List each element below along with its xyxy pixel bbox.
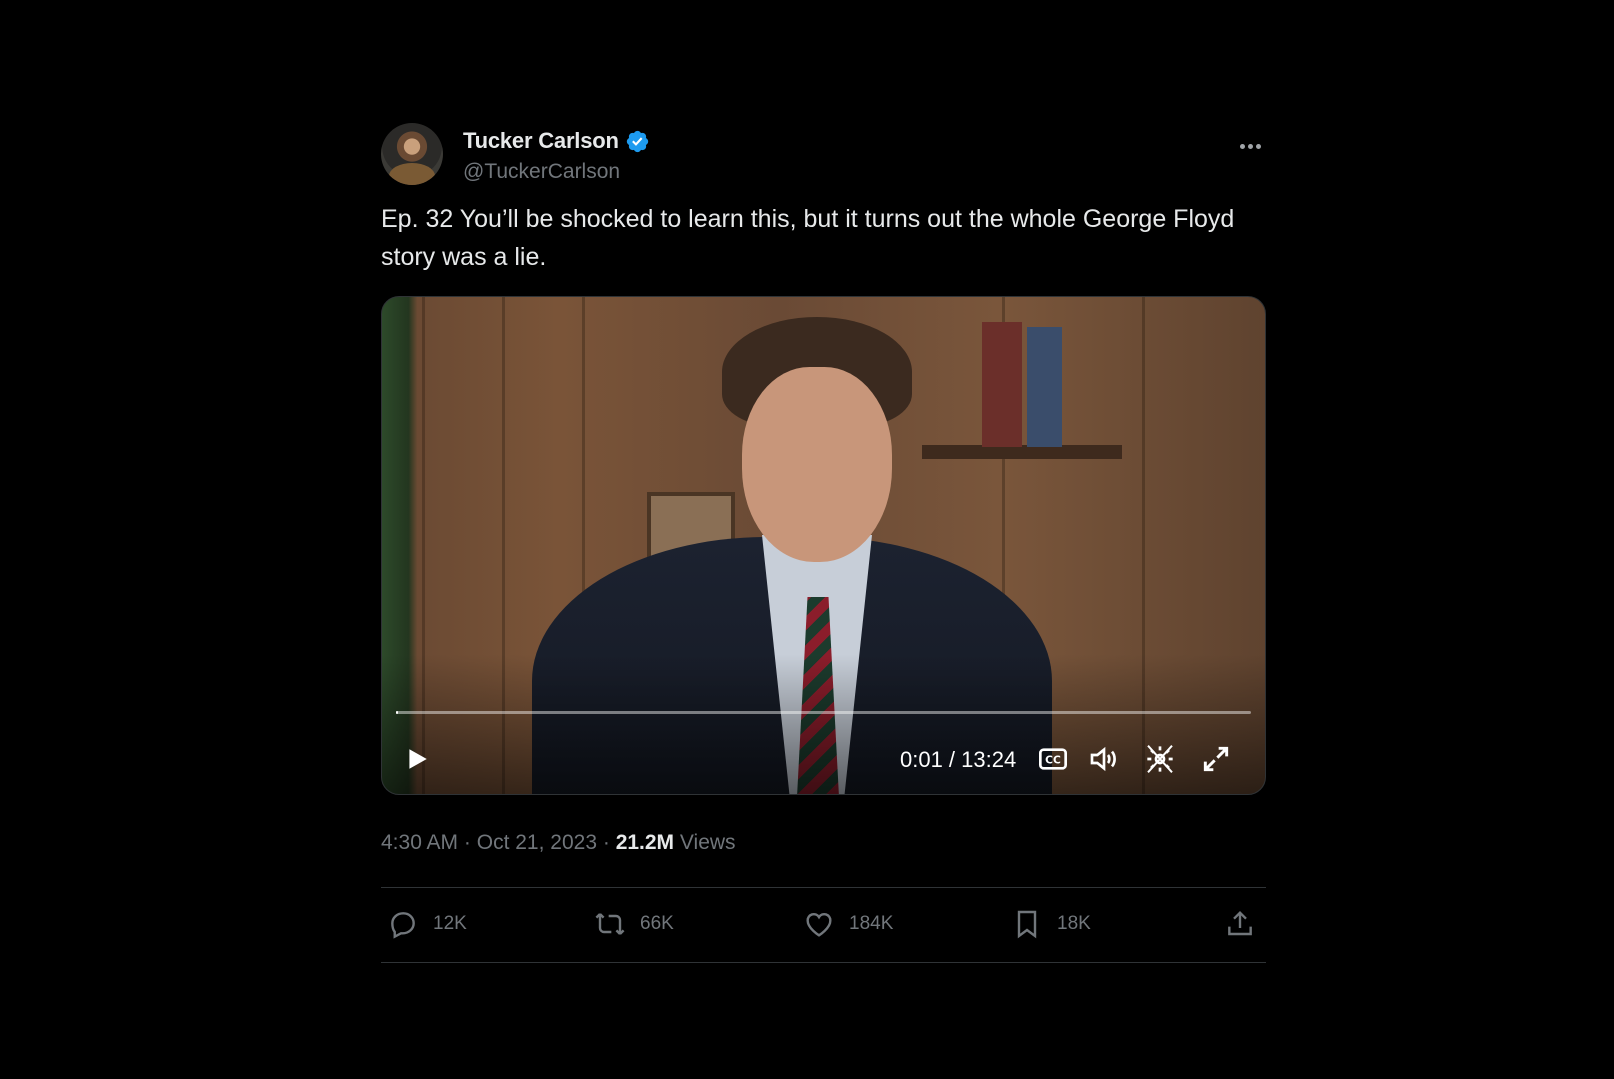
share-button[interactable] <box>1224 908 1256 940</box>
like-count: 184K <box>849 913 894 934</box>
verified-badge-icon <box>626 130 648 152</box>
video-time: 0:01 / 13:24 <box>900 747 1017 772</box>
video-progress-bar[interactable] <box>396 711 1251 714</box>
views-count: 21.2M <box>615 831 675 854</box>
tweet-header: Tucker Carlson @TuckerCarlson <box>381 120 1266 186</box>
repost-icon <box>595 913 625 935</box>
bookmark-count: 18K <box>1057 913 1091 934</box>
author-name-row[interactable]: Tucker Carlson <box>463 128 650 154</box>
tweet-date[interactable]: Oct 21, 2023 <box>477 831 597 854</box>
like-button[interactable]: 184K <box>803 908 893 940</box>
bookmark-icon <box>1017 910 1037 939</box>
reply-count: 12K <box>433 913 467 934</box>
reply-icon <box>391 912 415 939</box>
tweet-meta: 4:30 AM · Oct 21, 2023 · 21.2M Views <box>381 831 1266 855</box>
repost-count: 66K <box>640 913 674 934</box>
captions-icon[interactable]: CC <box>1037 743 1069 775</box>
person-face <box>742 367 892 562</box>
more-options-icon[interactable] <box>1240 136 1266 149</box>
fullscreen-icon[interactable] <box>1200 743 1232 775</box>
bookmark-button[interactable]: 18K <box>1011 908 1091 940</box>
shelf <box>922 445 1122 459</box>
book <box>982 322 1022 447</box>
settings-icon[interactable] <box>1144 743 1176 775</box>
action-bar: 12K 66K 184K 18K <box>381 888 1266 963</box>
video-player[interactable]: 0:01 / 13:24 CC <box>381 296 1266 795</box>
repost-button[interactable]: 66K <box>594 908 674 940</box>
author-handle[interactable]: @TuckerCarlson <box>463 160 620 184</box>
svg-text:CC: CC <box>1045 754 1061 767</box>
play-icon[interactable] <box>404 745 430 773</box>
video-progress-fill <box>396 711 398 714</box>
views-label: Views <box>679 831 736 854</box>
reply-button[interactable]: 12K <box>387 908 467 940</box>
tweet: Tucker Carlson @TuckerCarlson Ep. 32 You… <box>381 120 1266 963</box>
tweet-text: Ep. 32 You’ll be shocked to learn this, … <box>381 205 1235 271</box>
author-name[interactable]: Tucker Carlson <box>463 128 619 154</box>
book <box>1027 327 1062 447</box>
meta-separator: · <box>602 831 610 854</box>
controls-shade <box>382 654 1265 794</box>
heart-icon <box>806 912 832 937</box>
share-icon <box>1228 910 1252 936</box>
volume-icon[interactable] <box>1088 743 1120 775</box>
meta-separator: · <box>463 831 471 854</box>
avatar[interactable] <box>381 123 443 185</box>
tweet-time[interactable]: 4:30 AM <box>381 831 458 854</box>
